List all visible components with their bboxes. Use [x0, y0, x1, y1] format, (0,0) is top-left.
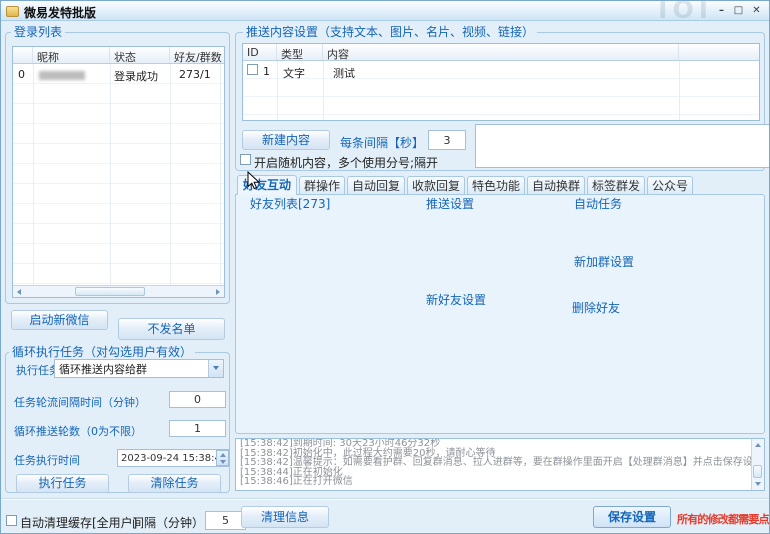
no-send-list-button[interactable]: 不发名单 — [118, 318, 225, 340]
content-preview-textarea[interactable] — [475, 124, 770, 168]
clear-info-button[interactable]: 清理信息 — [241, 506, 329, 528]
login-row-status: 登录成功 — [114, 68, 158, 84]
auto-tasks-title: 自动任务 — [571, 198, 625, 211]
login-table-gridlines — [13, 64, 224, 286]
content-table-gridlines — [243, 61, 759, 120]
grid-line — [110, 64, 111, 286]
content-row-checkbox[interactable] — [247, 64, 258, 75]
content-row-content: 测试 — [333, 65, 355, 81]
rounds-input[interactable] — [169, 420, 226, 437]
scroll-up-arrow[interactable] — [754, 441, 762, 449]
login-col-counts: 好友/群数 — [170, 47, 225, 63]
tab-official-account[interactable]: 公众号 — [647, 176, 693, 194]
new-group-panel-title: 新加群设置 — [571, 256, 637, 269]
exec-task-value: 循环推送内容给群 — [59, 361, 147, 377]
exec-task-select[interactable]: 循环推送内容给群 — [54, 359, 224, 378]
content-col-type: 类型 — [277, 44, 323, 60]
scroll-left-arrow[interactable] — [15, 288, 23, 296]
exec-time-input[interactable] — [117, 449, 230, 467]
title-bar: 微易发特批版 IOI – □ ✕ — [1, 1, 770, 21]
grid-line — [323, 61, 324, 120]
grid-line — [33, 64, 34, 286]
minimize-button[interactable]: – — [714, 5, 729, 18]
auto-clean-cache-checkbox[interactable] — [6, 515, 17, 526]
rotate-interval-input[interactable] — [169, 391, 226, 408]
footer-divider — [1, 498, 770, 500]
mouse-cursor — [247, 171, 261, 191]
login-panel-title: 登录列表 — [11, 26, 65, 39]
cache-interval-input[interactable] — [205, 511, 246, 530]
log-vscrollbar[interactable] — [751, 439, 764, 490]
content-col-content: 内容 — [323, 44, 679, 60]
tab-auto-reply[interactable]: 自动回复 — [347, 176, 405, 194]
save-hint-text: 所有的修改都需要点保存 — [677, 511, 770, 527]
login-row-counts: 273/1 — [179, 68, 211, 81]
login-table-header: 昵称 状态 好友/群数 — [13, 47, 224, 64]
new-friend-panel-title: 新好友设置 — [423, 294, 489, 307]
login-col-nickname: 昵称 — [33, 47, 110, 63]
spinner-up-icon[interactable] — [220, 453, 226, 457]
save-settings-button[interactable]: 保存设置 — [593, 506, 671, 528]
app-icon — [6, 6, 19, 17]
window-title: 微易发特批版 — [24, 4, 96, 21]
rotate-interval-label: 任务轮流间隔时间（分钟） — [14, 394, 146, 410]
content-table-header: ID 类型 内容 — [243, 44, 759, 61]
tab-friend-interaction[interactable]: 好友互动 — [237, 175, 297, 195]
content-row-type: 文字 — [283, 65, 305, 81]
per-message-interval-input[interactable] — [428, 130, 466, 150]
friends-panel-title: 好友列表[273] — [247, 198, 333, 211]
loop-task-panel-title: 循环执行任务（对勾选用户有效） — [9, 346, 195, 359]
scroll-thumb[interactable] — [75, 287, 145, 296]
content-col-id: ID — [243, 44, 277, 60]
time-spinner[interactable] — [216, 450, 229, 466]
content-col-extra — [679, 44, 759, 60]
app-window: 微易发特批版 IOI – □ ✕ 登录列表 昵称 状态 好友/群数 0 登录成功… — [0, 0, 770, 534]
tab-group-ops[interactable]: 群操作 — [299, 176, 345, 194]
loop-task-panel: 执行任务 循环推送内容给群 任务轮流间隔时间（分钟） 循环推送轮数（0为不限） … — [5, 352, 230, 493]
push-content-panel-title: 推送内容设置（支持文本、图片、名片、视频、链接） — [243, 26, 537, 39]
cache-interval-label: 间隔（分钟） — [132, 514, 204, 531]
content-row-id: 1 — [263, 65, 270, 78]
random-content-label: 开启随机内容，多个使用分号;隔开 — [254, 154, 438, 171]
spinner-down-icon[interactable] — [220, 460, 226, 464]
tab-special-features[interactable]: 特色功能 — [467, 176, 525, 194]
clear-task-button[interactable]: 清除任务 — [128, 474, 221, 493]
tab-auto-switch-group[interactable]: 自动换群 — [527, 176, 585, 194]
maximize-button[interactable]: □ — [731, 5, 746, 18]
grid-line — [170, 64, 171, 286]
tab-tag-broadcast[interactable]: 标签群发 — [587, 176, 645, 194]
exec-time-label: 任务执行时间 — [14, 452, 80, 468]
per-message-interval-label: 每条间隔【秒】 — [340, 134, 424, 151]
push-settings-title: 推送设置 — [423, 198, 477, 211]
login-hscrollbar[interactable] — [13, 285, 224, 297]
push-content-panel: ID 类型 内容 1 文字 测试 新建内容 每条间隔【秒】 开启随机内容，多个使… — [235, 32, 765, 171]
start-new-wechat-button[interactable]: 启动新微信 — [11, 310, 108, 330]
close-button[interactable]: ✕ — [749, 5, 764, 18]
login-panel: 昵称 状态 好友/群数 0 登录成功 273/1 — [5, 32, 230, 304]
log-line: [15:38:46]正在打开微信 — [236, 477, 764, 487]
delete-friends-title: 删除好友 — [569, 302, 623, 315]
new-content-button[interactable]: 新建内容 — [242, 130, 330, 150]
random-content-checkbox[interactable] — [240, 154, 251, 165]
login-row-nickname-redacted — [39, 71, 85, 80]
content-table: ID 类型 内容 1 文字 测试 — [242, 43, 760, 121]
chevron-down-icon[interactable] — [208, 360, 223, 377]
login-col-status: 状态 — [110, 47, 170, 63]
scroll-down-arrow[interactable] — [754, 480, 762, 488]
tab-content-area — [235, 194, 765, 434]
run-task-button[interactable]: 执行任务 — [16, 474, 109, 493]
auto-clean-cache-label: 自动清理缓存[全用户] — [20, 514, 137, 531]
log-box[interactable]: [15:38:42]到期时间: 30天23小时46分32秒 [15:38:42]… — [235, 438, 765, 491]
scroll-right-arrow[interactable] — [214, 288, 222, 296]
grid-line — [277, 61, 278, 120]
tab-payment-reply[interactable]: 收款回复 — [407, 176, 465, 194]
rounds-label: 循环推送轮数（0为不限） — [14, 423, 142, 439]
login-row-index: 0 — [18, 68, 25, 81]
login-col-index — [13, 47, 33, 63]
grid-line — [679, 61, 680, 120]
login-table: 昵称 状态 好友/群数 0 登录成功 273/1 — [12, 46, 225, 298]
scroll-thumb[interactable] — [753, 465, 762, 478]
watermark: IOI — [658, 0, 713, 24]
grid-line — [220, 64, 221, 286]
